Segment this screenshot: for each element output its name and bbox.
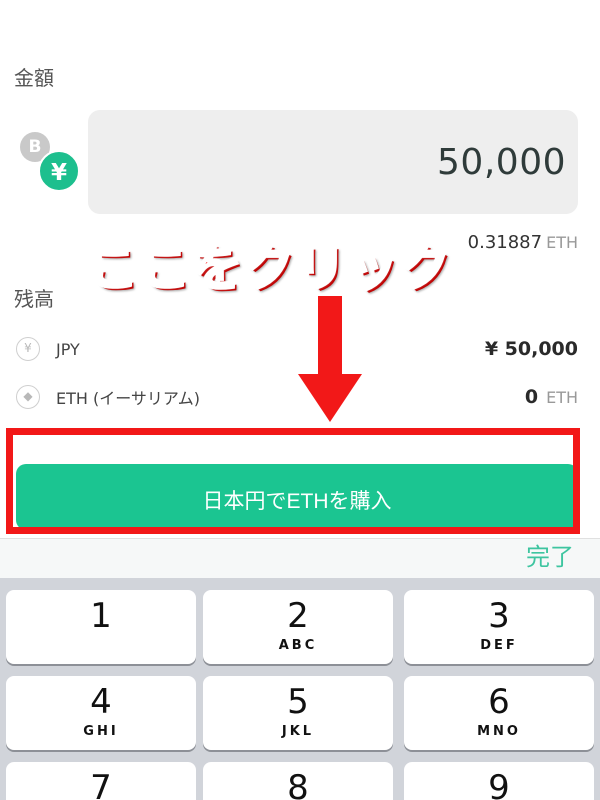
amount-label: 金額 (14, 66, 54, 90)
key-letters: MNO (477, 724, 521, 739)
key-digit: 7 (90, 768, 112, 800)
key-digit: 8 (287, 768, 309, 800)
key-digit: 2 (287, 596, 309, 636)
key-digit: 6 (488, 682, 510, 722)
balance-unit: ETH (546, 387, 578, 407)
key-4[interactable]: 4 GHI (6, 676, 196, 750)
key-digit: 3 (488, 596, 510, 636)
down-arrow-icon (298, 296, 362, 422)
key-digit: 5 (287, 682, 309, 722)
yen-coin-icon: ¥ (38, 150, 80, 192)
done-button[interactable]: 完了 (526, 539, 574, 575)
key-6[interactable]: 6 MNO (404, 676, 594, 750)
eth-icon: ◆ (16, 385, 40, 409)
balance-row-eth: ◆ ETH (イーサリアム) 0 ETH (16, 382, 578, 412)
highlight-box (6, 428, 580, 534)
balance-amount: 0 (524, 386, 539, 408)
key-letters: JKL (281, 724, 315, 739)
key-8[interactable]: 8 (203, 762, 393, 800)
key-digit: 9 (488, 768, 510, 800)
key-letters: GHI (83, 724, 119, 739)
balance-amount: ¥ 50,000 (484, 338, 578, 360)
balance-currency-name: ETH (イーサリアム) (56, 389, 201, 408)
key-1[interactable]: 1 (6, 590, 196, 664)
numeric-keypad: 1 2 ABC 3 DEF 4 GHI 5 JKL 6 MNO 7 8 9 (0, 578, 600, 800)
key-5[interactable]: 5 JKL (203, 676, 393, 750)
key-letters: ABC (278, 638, 318, 653)
balance-currency-name: JPY (56, 339, 80, 359)
keyboard-accessory-bar: 完了 (0, 538, 600, 578)
yen-icon: ¥ (16, 337, 40, 361)
balance-label: 残高 (14, 287, 54, 311)
key-3[interactable]: 3 DEF (404, 590, 594, 664)
coin-pair-icon: B ¥ (20, 132, 82, 192)
amount-value: 50,000 (437, 141, 566, 183)
key-9[interactable]: 9 (404, 762, 594, 800)
key-2[interactable]: 2 ABC (203, 590, 393, 664)
balance-row-jpy: ¥ JPY ¥ 50,000 (16, 334, 578, 364)
key-digit: 1 (90, 596, 112, 636)
eth-conversion-value: 0.31887 (467, 232, 543, 253)
amount-input[interactable]: 50,000 (88, 110, 578, 214)
eth-conversion: 0.31887 ETH (468, 232, 578, 253)
key-7[interactable]: 7 (6, 762, 196, 800)
click-here-annotation: ここをクリック (87, 238, 452, 299)
key-letters: DEF (480, 638, 518, 653)
key-digit: 4 (90, 682, 112, 722)
eth-conversion-unit: ETH (546, 233, 578, 252)
